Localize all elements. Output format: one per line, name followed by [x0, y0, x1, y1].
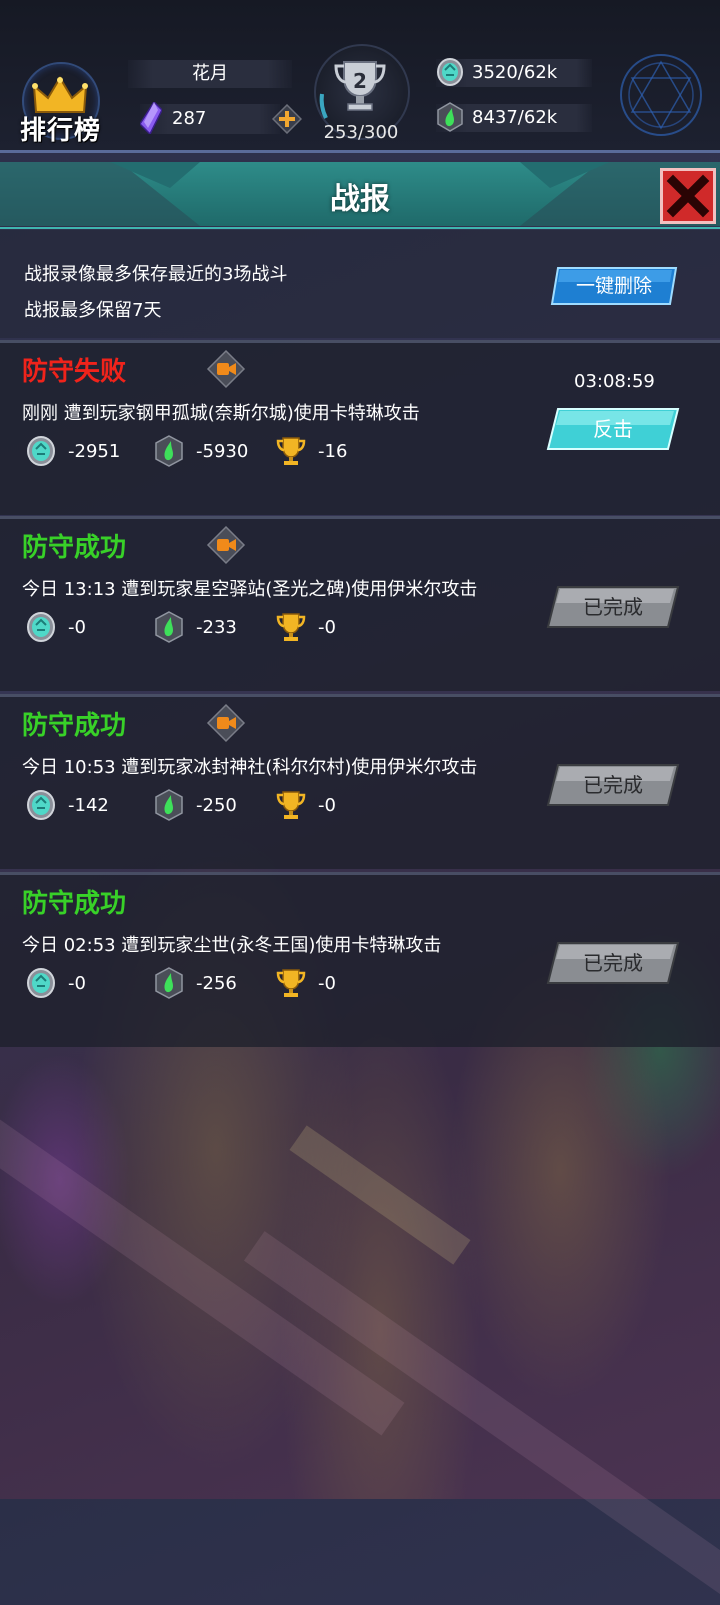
elixir-loss-value: -250	[196, 795, 237, 816]
completed-button[interactable]: 已完成	[546, 763, 680, 807]
counterattack-timer: 03:08:59	[574, 371, 655, 392]
purple-gem-icon	[140, 102, 162, 134]
coin-icon	[27, 790, 55, 820]
report-description: 刚刚 遭到玩家钢甲孤城(奈斯尔城)使用卡特琳攻击	[22, 403, 420, 424]
coin-loss-value: -0	[68, 617, 86, 638]
green-elixir-icon	[155, 611, 183, 643]
report-info: 战报录像最多保存最近的3场战斗 战报最多保留7天 一键删除	[0, 230, 720, 338]
gold-trophy-icon	[276, 613, 306, 641]
gold-trophy-icon	[276, 969, 306, 997]
elixir-resource: 8437/62k	[436, 102, 592, 132]
replay-video-icon[interactable]	[206, 349, 246, 389]
trophy-loss-value: -0	[318, 795, 336, 816]
info-retention-limit: 战报最多保留7天	[24, 300, 162, 321]
top-bar: 排行榜 花月 287 2 253/300 3520/62k 8437/62k	[0, 0, 720, 153]
completed-button[interactable]: 已完成	[546, 585, 680, 629]
report-description: 今日 13:13 遭到玩家星空驿站(圣光之碑)使用伊米尔攻击	[22, 579, 478, 600]
coin-resource: 3520/62k	[436, 58, 592, 87]
report-description: 今日 02:53 遭到玩家尘世(永冬王国)使用卡特琳攻击	[22, 935, 442, 956]
replay-video-icon[interactable]	[206, 525, 246, 565]
leaderboard-button[interactable]: 排行榜	[12, 62, 112, 150]
report-status: 防守成功	[22, 889, 127, 919]
trophy-loss-value: -16	[318, 441, 348, 462]
trophy-count: 253/300	[323, 122, 399, 143]
gem-count: 287	[172, 108, 207, 129]
battle-report-header: 战报	[0, 158, 720, 230]
coin-icon	[27, 436, 55, 466]
coin-amount: 3520/62k	[472, 62, 558, 83]
action-button-label: 已完成	[583, 773, 643, 797]
replay-video-icon[interactable]	[206, 703, 246, 743]
close-icon	[666, 174, 710, 218]
report-card: 防守成功 今日 02:53 遭到玩家尘世(永冬王国)使用卡特琳攻击 -0 -25…	[0, 872, 720, 1047]
elixir-loss-value: -256	[196, 973, 237, 994]
report-description: 今日 10:53 遭到玩家冰封神社(科尔尔村)使用伊米尔攻击	[22, 757, 478, 778]
report-card: 防守成功 今日 10:53 遭到玩家冰封神社(科尔尔村)使用伊米尔攻击 -142	[0, 694, 720, 869]
coin-loss-value: -142	[68, 795, 109, 816]
coin-loss-value: -0	[68, 973, 86, 994]
report-card: 防守失败 03:08:59 刚刚 遭到玩家钢甲孤城(奈斯尔城)使用卡特琳攻击 -…	[0, 340, 720, 515]
green-elixir-icon	[155, 789, 183, 821]
close-button[interactable]	[660, 168, 716, 224]
background-map	[289, 1125, 471, 1265]
coin-icon	[437, 58, 463, 86]
gem-counter: 287	[140, 102, 280, 134]
coin-loss-value: -2951	[68, 441, 121, 462]
gold-trophy-icon	[276, 437, 306, 465]
completed-button[interactable]: 已完成	[546, 941, 680, 985]
action-button-label: 已完成	[583, 951, 643, 975]
green-elixir-icon	[155, 967, 183, 999]
coin-icon	[27, 968, 55, 998]
trophy-level: 2	[353, 69, 367, 93]
green-elixir-icon	[437, 102, 463, 132]
player-name: 花月	[128, 60, 292, 88]
report-status: 防守失败	[22, 357, 127, 387]
elixir-amount: 8437/62k	[472, 107, 558, 128]
report-status: 防守成功	[22, 711, 127, 741]
trophy-rank[interactable]: 2 253/300	[312, 44, 410, 144]
elixir-loss-value: -233	[196, 617, 237, 638]
add-gems-button[interactable]	[272, 104, 302, 134]
report-status: 防守成功	[22, 533, 127, 563]
delete-all-button[interactable]: 一键删除	[550, 266, 678, 306]
info-replay-limit: 战报录像最多保存最近的3场战斗	[24, 264, 288, 285]
counterattack-button[interactable]: 反击	[546, 407, 680, 451]
leaderboard-label: 排行榜	[20, 116, 102, 146]
report-card: 防守成功 今日 13:13 遭到玩家星空驿站(圣光之碑)使用伊米尔攻击 -0 -…	[0, 516, 720, 691]
trophy-loss-value: -0	[318, 973, 336, 994]
trophy-loss-value: -0	[318, 617, 336, 638]
magic-circle-icon[interactable]	[618, 52, 704, 138]
green-elixir-icon	[155, 435, 183, 467]
silver-trophy-icon: 2	[334, 61, 386, 111]
delete-all-label: 一键删除	[575, 275, 652, 297]
action-button-label: 已完成	[583, 595, 643, 619]
page-title: 战报	[330, 182, 390, 217]
action-button-label: 反击	[593, 417, 633, 441]
background-map	[243, 1231, 720, 1605]
elixir-loss-value: -5930	[196, 441, 249, 462]
coin-icon	[27, 612, 55, 642]
gold-trophy-icon	[276, 791, 306, 819]
